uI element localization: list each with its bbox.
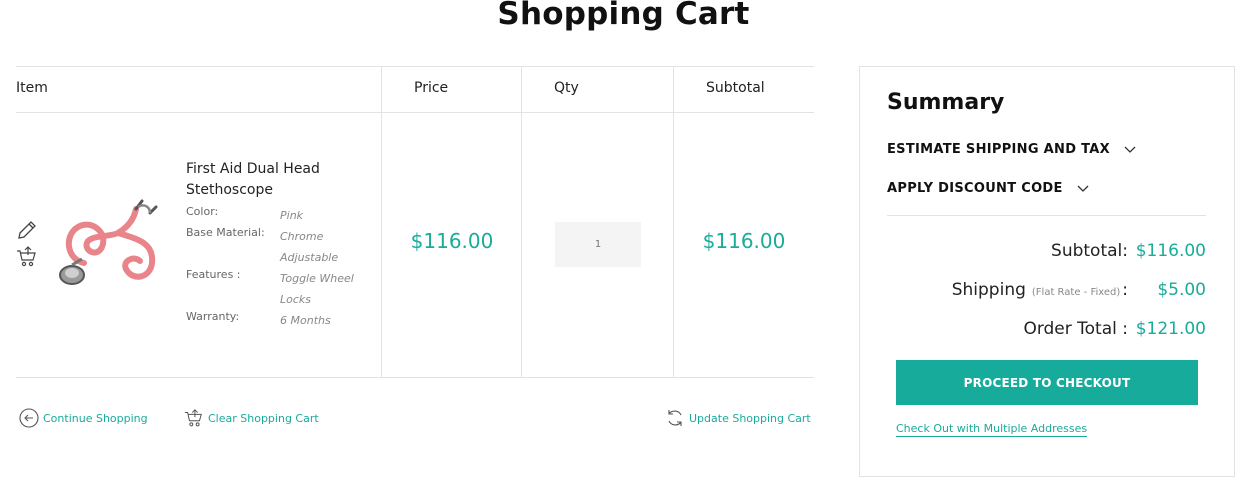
shipping-value: $5.00 <box>1157 280 1206 300</box>
option-row: Features : Toggle Wheel Locks <box>186 268 386 310</box>
clear-cart-link[interactable]: Clear Shopping Cart <box>184 408 319 428</box>
option-row: Warranty: 6 Months <box>186 310 386 331</box>
product-name[interactable]: First Aid Dual Head Stethoscope <box>186 159 356 201</box>
option-value: 6 Months <box>280 314 331 327</box>
product-options: Color: Pink Base Material: Chrome Adjust… <box>186 205 386 331</box>
subtotal-label: Subtotal: <box>1051 241 1128 261</box>
item-subtotal: $116.00 <box>702 229 786 253</box>
order-total-row: Order Total : $121.00 <box>1023 319 1206 339</box>
option-value: Chrome Adjustable <box>280 230 339 264</box>
update-cart-link[interactable]: Update Shopping Cart <box>665 408 811 428</box>
order-total-value: $121.00 <box>1135 319 1206 339</box>
order-summary: Summary ESTIMATE SHIPPING AND TAX APPLY … <box>859 66 1235 477</box>
subtotal-value: $116.00 <box>1135 241 1206 261</box>
header-qty: Qty <box>554 80 579 96</box>
column-divider <box>673 67 674 114</box>
estimate-shipping-toggle[interactable]: ESTIMATE SHIPPING AND TAX <box>887 142 1136 157</box>
option-label: Warranty: <box>186 310 240 323</box>
summary-divider <box>887 215 1206 216</box>
continue-shopping-label[interactable]: Continue Shopping <box>43 412 148 425</box>
discount-code-label[interactable]: APPLY DISCOUNT CODE <box>887 181 1063 196</box>
product-image[interactable] <box>58 199 160 295</box>
cart-table: Item Price Qty Subtotal First Aid Dual H… <box>16 66 814 378</box>
shipping-row: Shipping (Flat Rate - Fixed) : $5.00 <box>952 280 1206 300</box>
header-price: Price <box>414 80 449 96</box>
arrow-left-circle-icon <box>19 408 39 428</box>
order-total-label: Order Total : <box>1023 319 1128 339</box>
header-item: Item <box>16 80 48 96</box>
cart-item-row: First Aid Dual Head Stethoscope Color: P… <box>16 113 814 378</box>
column-divider <box>381 67 382 114</box>
refresh-icon <box>668 410 682 426</box>
chevron-down-icon[interactable] <box>1077 185 1089 193</box>
subtotal-row: Subtotal: $116.00 <box>1051 241 1206 261</box>
header-subtotal: Subtotal <box>706 80 765 96</box>
continue-shopping-link[interactable]: Continue Shopping <box>19 408 148 428</box>
option-row: Base Material: Chrome Adjustable <box>186 226 386 268</box>
item-price: $116.00 <box>410 229 494 253</box>
cart-table-header: Item Price Qty Subtotal <box>16 66 814 114</box>
column-divider <box>521 67 522 114</box>
summary-title: Summary <box>887 90 1005 115</box>
shipping-method-note: (Flat Rate - Fixed) <box>1031 287 1121 298</box>
estimate-shipping-label[interactable]: ESTIMATE SHIPPING AND TAX <box>887 142 1110 157</box>
quantity-input[interactable] <box>555 222 641 267</box>
cart-icon <box>184 409 202 427</box>
proceed-to-checkout-button[interactable]: PROCEED TO CHECKOUT <box>896 360 1198 405</box>
option-label: Color: <box>186 205 219 218</box>
update-cart-label[interactable]: Update Shopping Cart <box>689 412 811 425</box>
chevron-down-icon[interactable] <box>1124 146 1136 154</box>
cart-icon[interactable] <box>16 246 38 268</box>
option-row: Color: Pink <box>186 205 386 226</box>
option-value: Toggle Wheel Locks <box>280 272 354 306</box>
shipping-label: Shipping <box>951 280 1026 300</box>
discount-code-toggle[interactable]: APPLY DISCOUNT CODE <box>887 181 1089 196</box>
clear-cart-label[interactable]: Clear Shopping Cart <box>208 412 319 425</box>
pencil-icon[interactable] <box>16 219 38 241</box>
page-title: Shopping Cart <box>497 0 750 32</box>
cart-actions: Continue Shopping Clear Shopping Cart Up… <box>16 408 814 436</box>
option-label: Features : <box>186 268 241 281</box>
multiple-addresses-link[interactable]: Check Out with Multiple Addresses <box>896 422 1088 437</box>
option-value: Pink <box>280 209 304 222</box>
option-label: Base Material: <box>186 226 265 239</box>
